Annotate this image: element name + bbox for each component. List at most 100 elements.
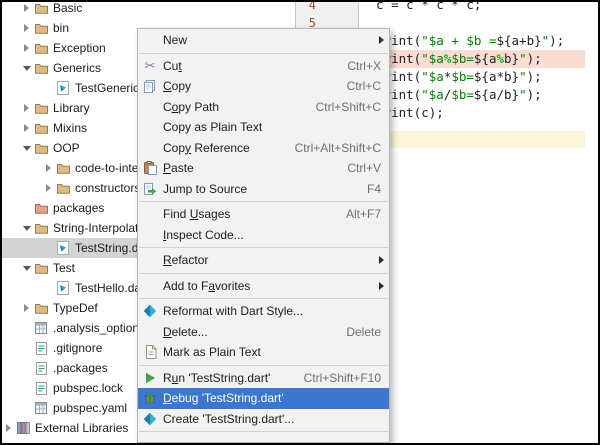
tree-item-label: Library (53, 98, 90, 118)
menu-item-run-teststring[interactable]: Run 'TestString.dart' Ctrl+Shift+F10 (138, 368, 389, 389)
chevron-right-icon[interactable] (19, 21, 34, 36)
menu-separator (139, 53, 388, 54)
menu-item-refactor[interactable]: Refactor (138, 250, 389, 271)
context-menu: New ✂ Cut Ctrl+X Copy Ctrl+C Copy Path C… (137, 28, 390, 443)
menu-item-jump-to-source[interactable]: Jump to Source F4 (138, 179, 389, 200)
folder-icon (34, 141, 48, 155)
dart-file-icon (56, 281, 70, 295)
submenu-arrow-icon (379, 36, 384, 44)
plain-text-file-icon (142, 344, 158, 360)
menu-shortcut: F4 (353, 182, 381, 196)
tree-item-label: constructors (75, 178, 140, 198)
tree-item-label: pubspec.yaml (53, 398, 127, 418)
menu-item-add-to-favorites[interactable]: Add to Favorites (138, 276, 389, 297)
menu-separator (139, 298, 388, 299)
line-number: 4 (296, 0, 316, 14)
table-file-icon (34, 321, 48, 335)
menu-separator (139, 201, 388, 202)
chevron-right-icon[interactable] (19, 41, 34, 56)
tree-item-label: packages (53, 198, 104, 218)
code-line: print(c); (361, 104, 564, 122)
code-line: print("$a*$b=${a*b}"); (361, 68, 564, 86)
tree-item-basic[interactable]: Basic (0, 0, 295, 18)
dart-file-icon (56, 241, 70, 255)
folder-icon (56, 161, 70, 175)
folder-icon (34, 101, 48, 115)
text-file-icon (34, 381, 48, 395)
chevron-right-icon[interactable] (19, 101, 34, 116)
chevron-down-icon[interactable] (19, 221, 34, 236)
tree-item-label: .packages (53, 358, 108, 378)
tree-item-label: Exception (53, 38, 106, 58)
dart-icon (142, 303, 158, 319)
folder-icon (34, 61, 48, 75)
debug-bug-icon (142, 390, 158, 406)
tree-item-label: pubspec.lock (53, 378, 123, 398)
chevron-down-icon[interactable] (19, 141, 34, 156)
dart-file-icon (56, 81, 70, 95)
menu-item-copy-reference[interactable]: Copy Reference Ctrl+Alt+Shift+C (138, 138, 389, 159)
folder-icon (34, 301, 48, 315)
menu-shortcut: Ctrl+Shift+F10 (290, 371, 381, 385)
menu-item-reformat-with-dart-style[interactable]: Reformat with Dart Style... (138, 301, 389, 322)
menu-item-debug-teststring[interactable]: Debug 'TestString.dart' (138, 388, 389, 409)
menu-shortcut: Alt+F7 (332, 207, 381, 221)
folder-icon (34, 41, 48, 55)
menu-item-paste[interactable]: Paste Ctrl+V (138, 158, 389, 179)
chevron-right-icon[interactable] (19, 121, 34, 136)
tree-item-label: Mixins (53, 118, 87, 138)
code-line: c = c * c * c; (361, 0, 564, 14)
menu-separator (139, 431, 388, 432)
chevron-down-icon[interactable] (19, 61, 34, 76)
menu-item-cut[interactable]: ✂ Cut Ctrl+X (138, 56, 389, 77)
menu-item-mark-as-plain-text[interactable]: Mark as Plain Text (138, 342, 389, 363)
folder-icon (34, 221, 48, 235)
code-line (361, 14, 564, 32)
tree-item-label: Generics (53, 58, 101, 78)
tree-item-label: OOP (53, 138, 80, 158)
folder-icon (34, 1, 48, 15)
chevron-right-icon[interactable] (41, 161, 56, 176)
caret-line-highlight-band (359, 131, 585, 148)
menu-item-delete[interactable]: Delete... Delete (138, 322, 389, 343)
tree-item-label: Basic (53, 0, 82, 18)
menu-shortcut: Ctrl+C (333, 79, 381, 93)
chevron-right-icon[interactable] (1, 421, 16, 436)
chevron-down-icon[interactable] (19, 261, 34, 276)
chevron-right-icon[interactable] (41, 181, 56, 196)
menu-item-copy-path[interactable]: Copy Path Ctrl+Shift+C (138, 97, 389, 118)
tree-item-label: .gitignore (53, 338, 102, 358)
menu-item-copy-as-plain-text[interactable]: Copy as Plain Text (138, 117, 389, 138)
code-line: print("$a + $b =${a+b}"); (361, 32, 564, 50)
paste-icon (142, 160, 158, 176)
menu-item-find-usages[interactable]: Find Usages Alt+F7 (138, 204, 389, 225)
code-line: print("$a/$b=${a/b}"); (361, 86, 564, 104)
tree-item-label: bin (53, 18, 69, 38)
copy-icon (142, 78, 158, 94)
menu-separator (139, 247, 388, 248)
folder-icon (34, 21, 48, 35)
menu-separator (139, 273, 388, 274)
menu-item-copy[interactable]: Copy Ctrl+C (138, 76, 389, 97)
tree-item-label: Test (53, 258, 75, 278)
text-file-icon (34, 341, 48, 355)
chevron-right-icon[interactable] (19, 1, 34, 16)
menu-separator (139, 365, 388, 366)
menu-shortcut: Ctrl+Alt+Shift+C (281, 141, 381, 155)
library-icon (16, 421, 30, 435)
code-line: print("$a%$b=${a%b}"); (361, 50, 564, 68)
run-icon (142, 370, 158, 386)
folder-icon (34, 261, 48, 275)
menu-shortcut: Delete (332, 325, 381, 339)
jump-to-source-icon (142, 181, 158, 197)
folder-icon (56, 181, 70, 195)
menu-shortcut: Ctrl+Shift+C (302, 100, 381, 114)
dart-icon (142, 411, 158, 427)
code-area: c = c * c * c; print("$a + $b =${a+b}");… (361, 0, 564, 122)
menu-item-inspect-code[interactable]: Inspect Code... (138, 225, 389, 246)
chevron-right-icon[interactable] (19, 301, 34, 316)
table-file-icon (34, 401, 48, 415)
menu-item-create-teststring[interactable]: Create 'TestString.dart'... (138, 409, 389, 430)
menu-item-new[interactable]: New (138, 30, 389, 51)
submenu-arrow-icon (379, 256, 384, 264)
